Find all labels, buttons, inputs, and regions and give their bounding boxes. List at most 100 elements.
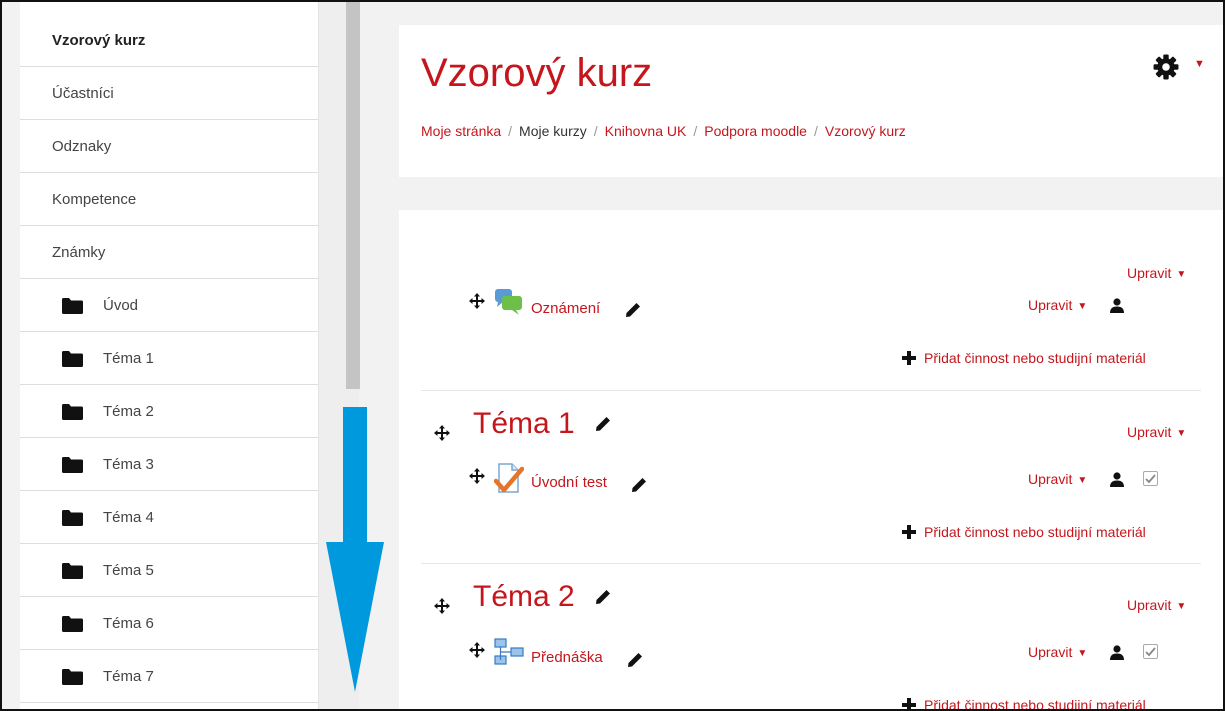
activity-link-quiz[interactable]: Úvodní test	[531, 474, 607, 491]
chevron-down-icon[interactable]: ▼	[1194, 58, 1205, 70]
sidebar-item-label: Téma 5	[103, 561, 154, 579]
pencil-icon[interactable]	[595, 416, 611, 432]
breadcrumb-separator: /	[693, 123, 698, 139]
sidebar-scrollbar-thumb[interactable]	[346, 2, 360, 389]
chevron-down-icon: ▼	[1176, 269, 1187, 280]
completion-checkbox[interactable]	[1143, 644, 1158, 659]
move-icon[interactable]	[434, 425, 450, 441]
sidebar-item-section[interactable]: Téma 1	[20, 332, 318, 385]
activity-edit-menu[interactable]: Upravit ▼	[1028, 297, 1087, 313]
activity-edit-label: Upravit	[1028, 297, 1073, 313]
sidebar-item-label: Téma 6	[103, 614, 154, 632]
breadcrumb-separator: /	[813, 123, 818, 139]
folder-icon	[62, 351, 83, 367]
move-icon[interactable]	[434, 598, 450, 614]
activity-edit-menu[interactable]: Upravit ▼	[1028, 471, 1087, 487]
user-icon[interactable]	[1110, 298, 1124, 313]
page-title: Vzorový kurz	[421, 51, 653, 95]
folder-icon	[62, 298, 83, 314]
plus-icon	[902, 525, 916, 539]
breadcrumb-link[interactable]: Moje stránka	[421, 123, 501, 139]
check-icon	[1145, 474, 1156, 484]
folder-icon	[62, 457, 83, 473]
user-icon[interactable]	[1110, 645, 1124, 660]
gear-icon[interactable]	[1153, 54, 1179, 80]
folder-icon	[62, 563, 83, 579]
section-title[interactable]: Téma 1	[473, 407, 575, 441]
section-edit-menu[interactable]: Upravit ▼	[1127, 424, 1186, 440]
sidebar-item-section[interactable]: Úvod	[20, 279, 318, 332]
add-activity-link[interactable]: Přidat činnost nebo studijní materiál	[924, 524, 1146, 540]
sidebar-item-section[interactable]: Téma 4	[20, 491, 318, 544]
breadcrumb: Moje stránka / Moje kurzy / Knihovna UK / Podp…	[421, 123, 906, 139]
move-icon[interactable]	[469, 293, 485, 309]
section-divider	[421, 563, 1201, 564]
chevron-down-icon: ▼	[1077, 301, 1088, 312]
section-title[interactable]: Téma 2	[473, 580, 575, 614]
plus-icon	[902, 698, 916, 709]
folder-icon	[62, 669, 83, 685]
sidebar-item-competencies[interactable]: Kompetence	[20, 173, 318, 226]
add-activity-link[interactable]: Přidat činnost nebo studijní materiál	[924, 697, 1146, 709]
sidebar-item-section[interactable]: Téma 3	[20, 438, 318, 491]
sidebar-item-label: Odznaky	[52, 137, 112, 155]
sidebar-item-badges[interactable]: Odznaky	[20, 120, 318, 173]
course-navigation: Vzorový kurz Účastníci Odznaky Kompetenc…	[20, 2, 319, 709]
activity-edit-label: Upravit	[1028, 471, 1073, 487]
breadcrumb-link[interactable]: Moje kurzy	[519, 123, 587, 139]
chevron-down-icon: ▼	[1176, 428, 1187, 439]
sidebar-item-section[interactable]: Téma 7	[20, 650, 318, 703]
sidebar-item-section[interactable]: Téma 6	[20, 597, 318, 650]
lesson-icon	[494, 638, 524, 665]
section-edit-label: Upravit	[1127, 265, 1172, 281]
sidebar-item-label: Téma 7	[103, 667, 154, 685]
pencil-icon[interactable]	[627, 652, 643, 668]
breadcrumb-link[interactable]: Vzorový kurz	[825, 123, 906, 139]
breadcrumb-link[interactable]: Knihovna UK	[605, 123, 687, 139]
sidebar-item-participants[interactable]: Účastníci	[20, 67, 318, 120]
section-divider	[421, 390, 1201, 391]
chevron-down-icon: ▼	[1077, 648, 1088, 659]
sidebar-item-label: Účastníci	[52, 84, 114, 102]
activity-edit-menu[interactable]: Upravit ▼	[1028, 644, 1087, 660]
sidebar-item-label: Známky	[52, 243, 106, 261]
user-icon[interactable]	[1110, 472, 1124, 487]
sidebar-item-section[interactable]: Téma 2	[20, 385, 318, 438]
scroll-down-arrow-annotation	[326, 407, 384, 692]
page-header: Vzorový kurz ▼ Moje stránka / Moje kurzy / K…	[399, 25, 1223, 177]
chevron-down-icon: ▼	[1077, 475, 1088, 486]
folder-icon	[62, 510, 83, 526]
sidebar-item-section[interactable]: Téma 5	[20, 544, 318, 597]
pencil-icon[interactable]	[631, 477, 647, 493]
activity-edit-label: Upravit	[1028, 644, 1073, 660]
activity-link-lesson[interactable]: Přednáška	[531, 649, 603, 666]
activity-link-announcements[interactable]: Oznámení	[531, 300, 600, 317]
forum-icon	[495, 289, 522, 315]
check-icon	[1145, 647, 1156, 657]
section-edit-label: Upravit	[1127, 597, 1172, 613]
sidebar-item-label: Téma 4	[103, 508, 154, 526]
pencil-icon[interactable]	[625, 302, 641, 318]
move-icon[interactable]	[469, 468, 485, 484]
folder-icon	[62, 404, 83, 420]
section-edit-menu[interactable]: Upravit ▼	[1127, 265, 1186, 281]
sidebar-item-grades[interactable]: Známky	[20, 226, 318, 279]
move-icon[interactable]	[469, 642, 485, 658]
sidebar-item-label: Vzorový kurz	[52, 31, 146, 49]
folder-icon	[62, 616, 83, 632]
pencil-icon[interactable]	[595, 589, 611, 605]
breadcrumb-link[interactable]: Podpora moodle	[704, 123, 807, 139]
completion-checkbox[interactable]	[1143, 471, 1158, 486]
sidebar-item-label: Téma 1	[103, 349, 154, 367]
breadcrumb-separator: /	[593, 123, 598, 139]
sidebar-item-label: Úvod	[103, 296, 139, 314]
section-edit-label: Upravit	[1127, 424, 1172, 440]
add-activity-link[interactable]: Přidat činnost nebo studijní materiál	[924, 350, 1146, 366]
sidebar-item-label: Téma 2	[103, 402, 154, 420]
sidebar-item-label: Téma 3	[103, 455, 154, 473]
sidebar-item-course[interactable]: Vzorový kurz	[20, 14, 318, 67]
sidebar-item-label: Kompetence	[52, 190, 137, 208]
section-edit-menu[interactable]: Upravit ▼	[1127, 597, 1186, 613]
plus-icon	[902, 351, 916, 365]
chevron-down-icon: ▼	[1176, 601, 1187, 612]
